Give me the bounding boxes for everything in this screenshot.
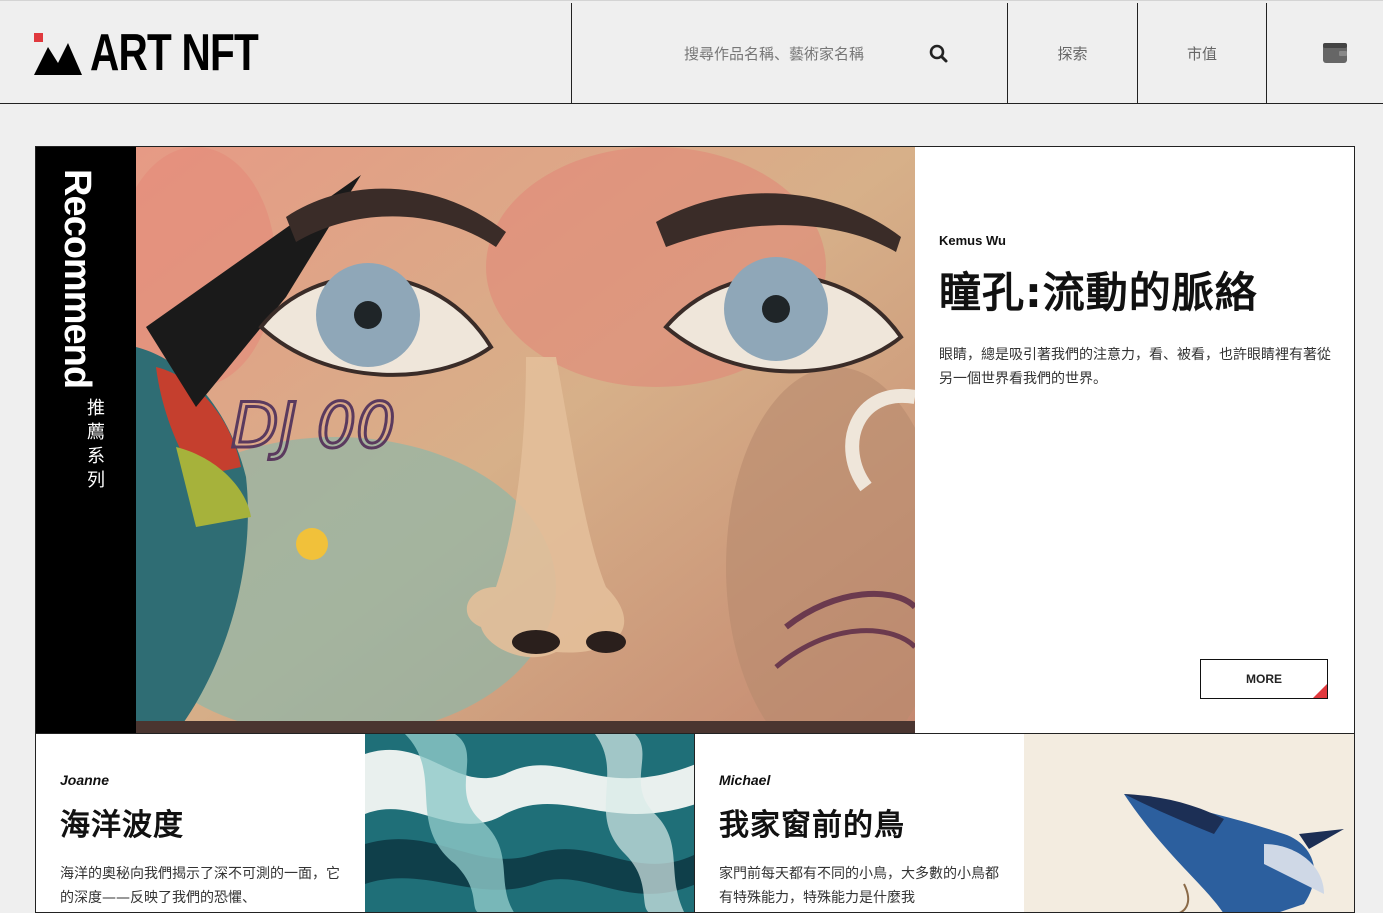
card-artwork-image[interactable] — [1024, 734, 1354, 912]
artwork-card[interactable]: Michael 我家窗前的鳥 家門前每天都有不同的小鳥，大多數的小鳥都有特殊能力… — [694, 733, 1355, 913]
blue-jay-artwork — [1024, 734, 1354, 912]
featured-artwork-image[interactable]: DJ 00 — [136, 147, 915, 733]
card-info: Joanne 海洋波度 海洋的奧秘向我們揭示了深不可測的一面，它的深度——反映了… — [36, 734, 365, 912]
recommend-strip: Recommend 推薦系列 — [36, 147, 136, 733]
nav-explore[interactable]: 探索 — [1008, 3, 1138, 104]
featured-title[interactable]: 瞳孔:流動的脈絡 — [939, 259, 1258, 320]
graffiti-face-artwork: DJ 00 — [136, 147, 915, 733]
card-artist[interactable]: Michael — [719, 772, 770, 788]
more-button[interactable]: MORE — [1200, 659, 1328, 699]
wallet-icon — [1323, 43, 1347, 63]
card-info: Michael 我家窗前的鳥 家門前每天都有不同的小鳥，大多數的小鳥都有特殊能力… — [695, 734, 1024, 912]
featured-artist[interactable]: Kemus Wu — [939, 233, 1006, 248]
ocean-marble-artwork — [365, 734, 694, 912]
svg-text:DJ 00: DJ 00 — [231, 389, 396, 462]
card-artwork-image[interactable] — [365, 734, 694, 912]
logo-mountain-icon — [34, 33, 82, 75]
featured-description: 眼睛，總是吸引著我們的注意力，看、被看，也許眼睛裡有著從另一個世界看我們的世界。 — [939, 347, 1331, 387]
recommend-label-en: Recommend — [56, 169, 98, 389]
card-title[interactable]: 海洋波度 — [60, 800, 184, 844]
accent-corner-icon — [1313, 684, 1327, 698]
recommend-label-zh: 推薦系列 — [87, 398, 105, 491]
card-artist[interactable]: Joanne — [60, 772, 109, 788]
search-button[interactable] — [924, 39, 954, 69]
card-title[interactable]: 我家窗前的鳥 — [719, 800, 905, 844]
site-header: ART NFT 探索 市值 — [0, 0, 1383, 104]
search-box — [571, 3, 1008, 104]
featured-info: Kemus Wu 瞳孔:流動的脈絡 眼睛，總是吸引著我們的注意力，看、被看，也許… — [939, 147, 1339, 733]
search-input[interactable] — [612, 33, 936, 75]
logo-text: ART NFT — [90, 24, 259, 82]
artwork-card[interactable]: Joanne 海洋波度 海洋的奧秘向我們揭示了深不可測的一面，它的深度——反映了… — [35, 733, 695, 913]
more-button-label: MORE — [1246, 672, 1282, 686]
search-icon — [929, 44, 948, 63]
featured-recommend: Recommend 推薦系列 DJ 00 Kemus Wu 瞳孔:流動的脈絡 眼… — [35, 146, 1355, 734]
nav-market-value[interactable]: 市值 — [1138, 3, 1267, 104]
wallet-button[interactable] — [1310, 37, 1360, 69]
